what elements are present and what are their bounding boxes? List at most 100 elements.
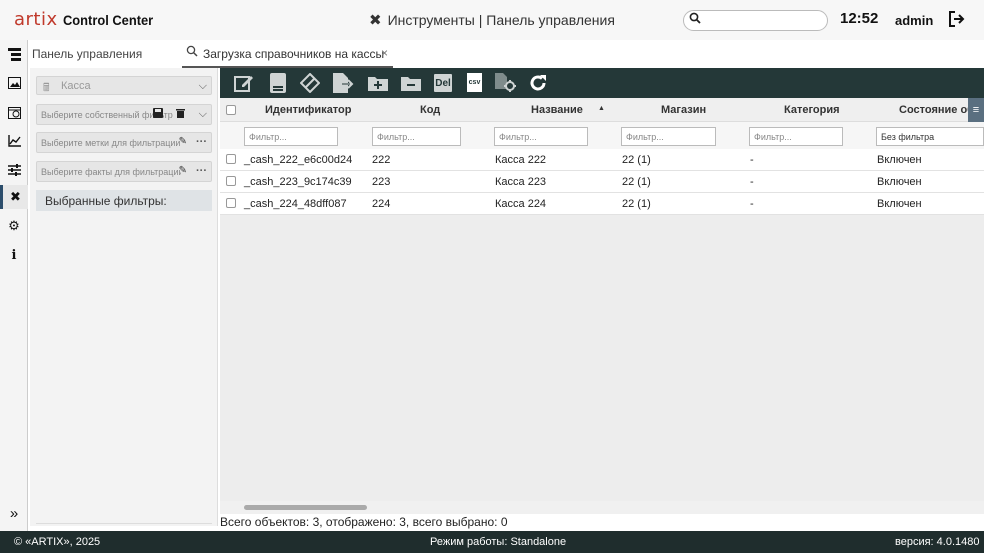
chevron-down-icon: ⌵ — [198, 80, 207, 92]
work-mode: Режим работы: Standalone — [430, 536, 567, 548]
row-checkbox[interactable] — [226, 198, 236, 208]
add-folder-icon[interactable] — [366, 72, 390, 94]
table-row[interactable]: _cash_222_e6c00d24 222 Касса 222 22 (1) … — [220, 149, 984, 171]
column-header-id[interactable]: Идентификатор — [265, 104, 352, 116]
edit-icon[interactable] — [232, 72, 256, 94]
search-input[interactable] — [683, 10, 828, 31]
horizontal-scrollbar[interactable] — [220, 501, 984, 514]
data-grid: Идентификатор Код Название ▲ Магазин Кат… — [220, 98, 984, 514]
logo-artix-text: artix — [14, 9, 58, 30]
column-header-shop[interactable]: Магазин — [661, 104, 706, 116]
filter-category-input[interactable]: Фильтр... — [749, 127, 843, 146]
filter-state-select[interactable]: Без фильтра — [876, 127, 984, 146]
cash-select[interactable]: 🖩 Касса ⌵ — [36, 76, 212, 95]
transform-icon[interactable] — [298, 72, 322, 94]
clock: 12:52 — [840, 10, 879, 27]
labels-filter-placeholder: Выберите метки для фильтрации — [41, 138, 181, 148]
save-icon[interactable] — [153, 108, 163, 121]
cell-name: Касса 224 — [495, 198, 547, 210]
cell-category: - — [750, 154, 754, 166]
filter-name-input[interactable]: Фильтр... — [494, 127, 588, 146]
copyright: © «ARTIX», 2025 — [14, 536, 101, 548]
column-menu-icon[interactable]: ≡ — [968, 98, 984, 122]
cell-state: Включен — [877, 154, 922, 166]
tools-icon: ✖ — [369, 12, 382, 29]
schedule-icon[interactable] — [0, 100, 28, 124]
cash-select-value: Касса — [61, 80, 91, 92]
left-icon-bar: ✖ ⚙ i » — [0, 40, 28, 531]
filter-code-input[interactable]: Фильтр... — [372, 127, 461, 146]
grid-filter-row: Фильтр... Фильтр... Фильтр... Фильтр... … — [220, 122, 984, 150]
info-icon[interactable]: i — [0, 243, 28, 267]
settings-export-icon[interactable] — [494, 72, 518, 94]
close-icon[interactable]: × — [381, 46, 388, 60]
logout-icon[interactable] — [946, 9, 966, 29]
cell-shop: 22 (1) — [622, 176, 651, 188]
own-filter-select[interactable]: Выберите собственный фильтр ⌵ — [36, 104, 212, 125]
filter-panel: 🖩 Касса ⌵ Выберите собственный фильтр ⌵ … — [30, 68, 218, 526]
cell-id: _cash_222_e6c00d24 — [244, 154, 353, 166]
tools-nav-icon[interactable]: ✖ — [0, 185, 28, 209]
cell-code: 222 — [372, 154, 391, 166]
user-name[interactable]: admin — [895, 13, 933, 28]
chosen-filters-label: Выбранные фильтры: — [45, 194, 167, 208]
column-header-category[interactable]: Категория — [784, 104, 840, 116]
document-icon[interactable] — [266, 72, 290, 94]
cell-shop: 22 (1) — [622, 198, 651, 210]
divider — [36, 523, 212, 524]
filter-id-input[interactable]: Фильтр... — [244, 127, 338, 146]
column-header-code[interactable]: Код — [420, 104, 440, 116]
filter-shop-input[interactable]: Фильтр... — [621, 127, 716, 146]
tab-bar: Панель управления Загрузка справочников … — [28, 40, 984, 68]
export-icon[interactable] — [332, 72, 356, 94]
page-title: ✖ Инструменты | Панель управления — [369, 11, 615, 29]
eraser-icon[interactable]: ✎ — [179, 136, 187, 147]
table-row[interactable]: _cash_224_48dff087 224 Касса 224 22 (1) … — [220, 193, 984, 215]
grid-header: Идентификатор Код Название ▲ Магазин Кат… — [220, 98, 984, 122]
expand-icon[interactable]: » — [0, 501, 28, 525]
tree-menu-icon[interactable] — [0, 42, 28, 66]
chosen-filters: Выбранные фильтры: — [36, 190, 212, 211]
tab-cash-directories[interactable]: Загрузка справочников на кассы × — [182, 42, 393, 68]
cell-state: Включен — [877, 198, 922, 210]
more-icon[interactable]: ··· — [196, 136, 207, 148]
gear-icon[interactable]: ⚙ — [0, 214, 28, 238]
row-checkbox[interactable] — [226, 154, 236, 164]
chevron-down-icon: ⌵ — [198, 108, 207, 120]
sliders-icon[interactable] — [0, 158, 28, 182]
page-title-text: Инструменты | Панель управления — [387, 12, 615, 28]
app-name: Control Center — [62, 12, 153, 28]
cell-id: _cash_223_9c174c39 — [244, 176, 352, 188]
more-icon[interactable]: ··· — [196, 165, 207, 177]
refresh-icon[interactable] — [526, 72, 550, 94]
csv-export-button[interactable]: csv — [467, 73, 482, 92]
app-footer: © «ARTIX», 2025 Режим работы: Standalone… — [0, 531, 984, 553]
app-logo[interactable]: artix Control Center — [14, 9, 161, 31]
search-icon — [689, 12, 701, 27]
status-text: Всего объектов: 3, отображено: 3, всего … — [220, 515, 508, 529]
sort-asc-icon[interactable]: ▲ — [598, 105, 605, 112]
column-header-state[interactable]: Состояние об — [899, 104, 968, 116]
row-checkbox[interactable] — [226, 176, 236, 186]
grid-toolbar: Del csv — [220, 68, 984, 98]
labels-filter-select[interactable]: Выберите метки для фильтрации ✎ ··· — [36, 132, 212, 153]
app-header: artix Control Center ✖ Инструменты | Пан… — [0, 0, 984, 40]
column-header-name[interactable]: Название — [531, 104, 583, 116]
chart-icon[interactable] — [0, 129, 28, 153]
cash-register-icon: 🖩 — [43, 82, 50, 94]
eraser-icon[interactable]: ✎ — [179, 165, 187, 176]
table-row[interactable]: _cash_223_9c174c39 223 Касса 223 22 (1) … — [220, 171, 984, 193]
delete-button[interactable]: Del — [434, 74, 452, 92]
select-all-checkbox[interactable] — [226, 105, 236, 115]
cell-code: 224 — [372, 198, 391, 210]
cell-code: 223 — [372, 176, 391, 188]
tab-dashboard[interactable]: Панель управления — [32, 47, 142, 61]
scrollbar-thumb[interactable] — [244, 505, 367, 510]
image-icon[interactable] — [0, 71, 28, 95]
trash-icon[interactable] — [176, 108, 185, 121]
search-icon — [186, 45, 198, 60]
cell-category: - — [750, 176, 754, 188]
facts-filter-select[interactable]: Выберите факты для фильтрации ✎ ··· — [36, 161, 212, 182]
remove-folder-icon[interactable] — [399, 72, 423, 94]
tab-label: Загрузка справочников на кассы — [203, 47, 385, 61]
